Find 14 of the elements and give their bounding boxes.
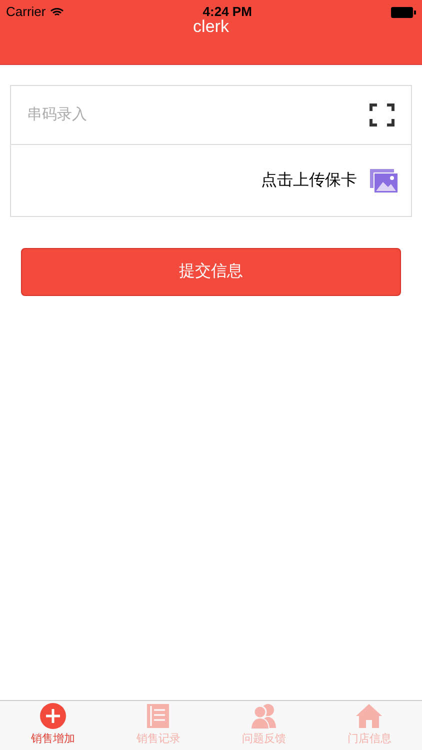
window-title: clerk bbox=[193, 18, 229, 35]
submit-button[interactable]: 提交信息 bbox=[21, 248, 401, 296]
carrier-label: Carrier bbox=[6, 3, 46, 22]
scan-icon[interactable] bbox=[369, 103, 395, 127]
house-icon bbox=[354, 703, 384, 730]
image-icon bbox=[369, 168, 399, 194]
tab-bar-item[interactable]: 销售增加 bbox=[0, 701, 106, 750]
serial-input-field[interactable]: 串码录入 bbox=[27, 104, 369, 126]
plus-icon bbox=[38, 703, 68, 730]
upload-card-button[interactable]: 点击上传保卡 bbox=[11, 145, 411, 216]
people-icon bbox=[248, 703, 279, 730]
clock: 4:24 PM bbox=[202, 3, 252, 20]
wifi-icon bbox=[50, 7, 64, 17]
battery-icon bbox=[391, 6, 416, 18]
